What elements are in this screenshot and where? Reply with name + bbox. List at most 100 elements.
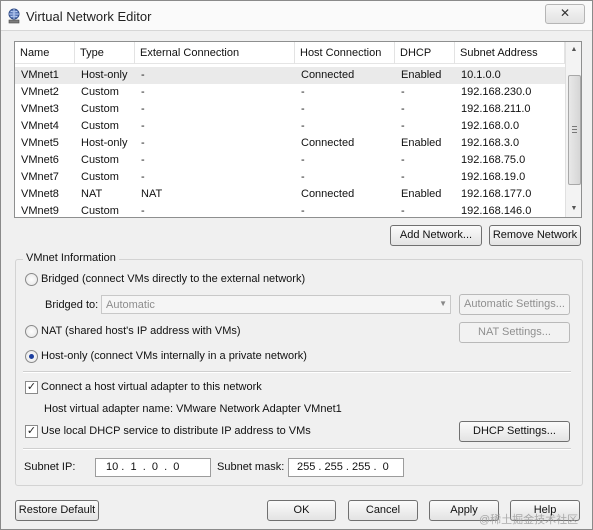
scroll-up-arrow-icon[interactable]: ▲ — [566, 42, 581, 58]
table-row[interactable]: VMnet3 Custom - - - 192.168.211.0 — [15, 101, 565, 118]
table-row[interactable]: VMnet1 Host-only - Connected Enabled 10.1.0.0 — [15, 67, 565, 84]
close-icon: ✕ — [559, 6, 571, 20]
host-only-radio-label[interactable]: Host-only (connect VMs internally in a p… — [41, 350, 307, 362]
cell-host-connection: - — [301, 154, 305, 166]
list-header: Name Type External Connection Host Conne… — [15, 42, 565, 64]
cell-dhcp: Enabled — [401, 69, 442, 81]
divider — [23, 448, 571, 450]
cell-host-connection: Connected — [301, 188, 355, 200]
table-row[interactable]: VMnet8 NAT NAT Connected Enabled 192.168.177.… — [15, 186, 565, 203]
cell-type: Custom — [81, 171, 119, 183]
cell-subnet-address: 192.168.211.0 — [461, 103, 531, 115]
title-bar: Virtual Network Editor ✕ — [1, 1, 592, 31]
connect-adapter-checkbox[interactable]: ✓ — [25, 381, 38, 394]
table-row[interactable]: VMnet5 Host-only - Connected Enabled 192.168.… — [15, 135, 565, 152]
cell-type: Host-only — [81, 69, 128, 81]
checkmark-icon: ✓ — [26, 425, 37, 437]
bridged-to-label: Bridged to: — [45, 299, 99, 311]
checkmark-icon: ✓ — [26, 381, 37, 393]
column-header-host-connection[interactable]: Host Connection — [295, 42, 395, 64]
cell-name: VMnet7 — [21, 171, 59, 183]
cancel-button[interactable]: Cancel — [348, 500, 418, 521]
bridged-radio[interactable] — [25, 273, 38, 286]
close-button[interactable]: ✕ — [545, 4, 585, 24]
scroll-thumb[interactable] — [568, 75, 581, 185]
cell-dhcp: - — [401, 171, 405, 183]
cell-dhcp: Enabled — [401, 137, 442, 149]
network-globe-icon — [8, 8, 20, 24]
cell-name: VMnet1 — [21, 69, 59, 81]
host-only-radio[interactable] — [25, 350, 38, 363]
cell-name: VMnet8 — [21, 188, 59, 200]
cell-external-connection: - — [141, 171, 145, 183]
bridged-radio-label[interactable]: Bridged (connect VMs directly to the ext… — [41, 273, 305, 285]
cell-name: VMnet2 — [21, 86, 59, 98]
watermark: @稀土掘金技术社区 — [479, 514, 579, 526]
cell-external-connection: - — [141, 205, 145, 217]
cell-dhcp: - — [401, 103, 405, 115]
automatic-settings-button[interactable]: Automatic Settings... — [459, 294, 570, 315]
connect-adapter-label[interactable]: Connect a host virtual adapter to this n… — [41, 381, 262, 393]
cell-host-connection: - — [301, 103, 305, 115]
window-title: Virtual Network Editor — [26, 9, 152, 24]
cell-external-connection: - — [141, 137, 145, 149]
cell-name: VMnet5 — [21, 137, 59, 149]
cell-subnet-address: 192.168.146.0 — [461, 205, 532, 217]
adapter-name-text: Host virtual adapter name: VMware Networ… — [44, 403, 342, 415]
ok-button[interactable]: OK — [267, 500, 336, 521]
cell-host-connection: Connected — [301, 69, 355, 81]
cell-name: VMnet4 — [21, 120, 59, 132]
cell-external-connection: - — [141, 86, 145, 98]
cell-external-connection: NAT — [141, 188, 163, 200]
cell-name: VMnet3 — [21, 103, 59, 115]
dhcp-label[interactable]: Use local DHCP service to distribute IP … — [41, 425, 311, 437]
column-header-external-connection[interactable]: External Connection — [135, 42, 295, 64]
cell-host-connection: Connected — [301, 137, 355, 149]
cell-subnet-address: 192.168.19.0 — [461, 171, 526, 183]
restore-default-button[interactable]: Restore Default — [15, 500, 99, 521]
nat-radio-label[interactable]: NAT (shared host's IP address with VMs) — [41, 325, 241, 337]
subnet-ip-label: Subnet IP: — [24, 461, 76, 473]
add-network-button[interactable]: Add Network... — [390, 225, 482, 246]
virtual-network-editor-window: Virtual Network Editor ✕ Name Type Exter… — [0, 0, 593, 530]
scroll-down-arrow-icon[interactable]: ▼ — [566, 201, 581, 217]
subnet-mask-field[interactable]: 255 . 255 . 255 . 0 — [288, 458, 404, 477]
cell-subnet-address: 192.168.3.0 — [461, 137, 520, 149]
cell-dhcp: Enabled — [401, 188, 442, 200]
cell-external-connection: - — [141, 154, 145, 166]
cell-subnet-address: 192.168.177.0 — [461, 188, 532, 200]
table-row[interactable]: VMnet2 Custom - - - 192.168.230.0 — [15, 84, 565, 101]
cell-name: VMnet6 — [21, 154, 59, 166]
cell-subnet-address: 10.1.0.0 — [461, 69, 501, 81]
dhcp-checkbox[interactable]: ✓ — [25, 425, 38, 438]
bridged-to-select: Automatic ▼ — [101, 295, 451, 314]
cell-external-connection: - — [141, 69, 145, 81]
cell-external-connection: - — [141, 103, 145, 115]
divider — [23, 371, 571, 373]
table-row[interactable]: VMnet7 Custom - - - 192.168.19.0 — [15, 169, 565, 186]
subnet-ip-field[interactable]: 10 . 1 . 0 . 0 — [95, 458, 211, 477]
table-row[interactable]: VMnet4 Custom - - - 192.168.0.0 — [15, 118, 565, 135]
cell-dhcp: - — [401, 205, 405, 217]
nat-settings-button[interactable]: NAT Settings... — [459, 322, 570, 343]
column-header-name[interactable]: Name — [15, 42, 75, 64]
cell-host-connection: - — [301, 171, 305, 183]
chevron-down-icon: ▼ — [439, 299, 447, 308]
cell-subnet-address: 192.168.230.0 — [461, 86, 532, 98]
network-list[interactable]: Name Type External Connection Host Conne… — [14, 41, 582, 218]
cell-host-connection: - — [301, 120, 305, 132]
cell-dhcp: - — [401, 120, 405, 132]
cell-name: VMnet9 — [21, 205, 59, 217]
table-row[interactable]: VMnet9 Custom - - - 192.168.146.0 — [15, 203, 565, 217]
cell-type: Custom — [81, 205, 119, 217]
table-row[interactable]: VMnet6 Custom - - - 192.168.75.0 — [15, 152, 565, 169]
remove-network-button[interactable]: Remove Network — [489, 225, 581, 246]
cell-dhcp: - — [401, 154, 405, 166]
list-scrollbar[interactable]: ▲ ▼ — [565, 42, 581, 217]
dhcp-settings-button[interactable]: DHCP Settings... — [459, 421, 570, 442]
nat-radio[interactable] — [25, 325, 38, 338]
cell-type: Custom — [81, 120, 119, 132]
column-header-subnet-address[interactable]: Subnet Address — [455, 42, 565, 64]
column-header-dhcp[interactable]: DHCP — [395, 42, 455, 64]
column-header-type[interactable]: Type — [75, 42, 135, 64]
